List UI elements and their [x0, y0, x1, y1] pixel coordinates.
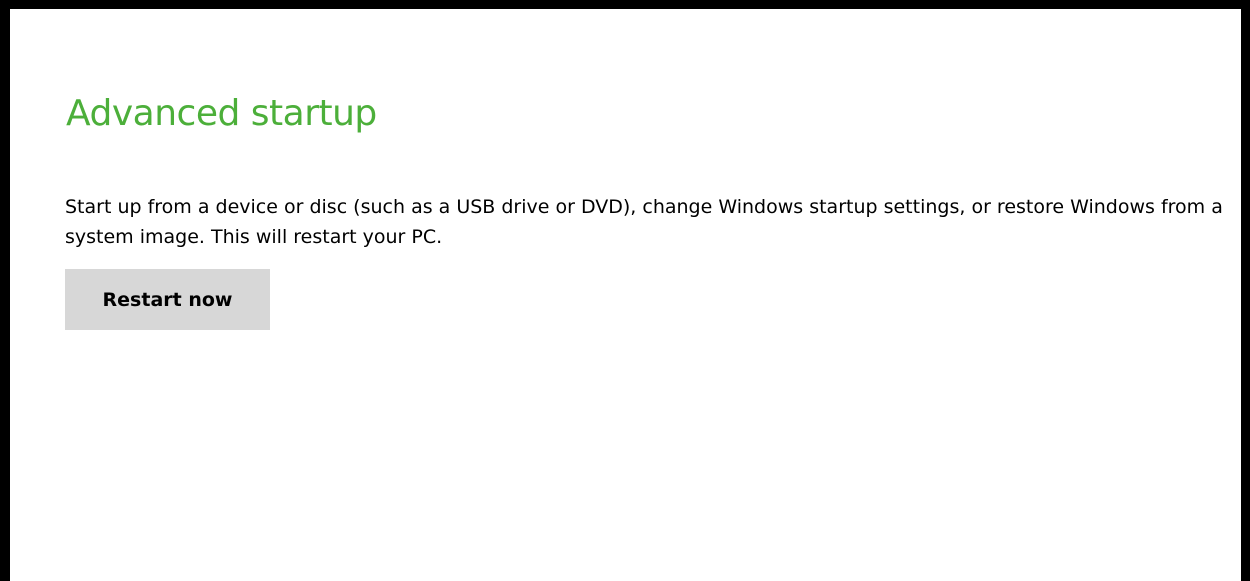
- restart-now-button[interactable]: Restart now: [65, 269, 270, 330]
- section-description: Start up from a device or disc (such as …: [65, 196, 1223, 248]
- section-title: Advanced startup: [66, 93, 377, 134]
- settings-panel: Advanced startup Start up from a device …: [0, 0, 1250, 581]
